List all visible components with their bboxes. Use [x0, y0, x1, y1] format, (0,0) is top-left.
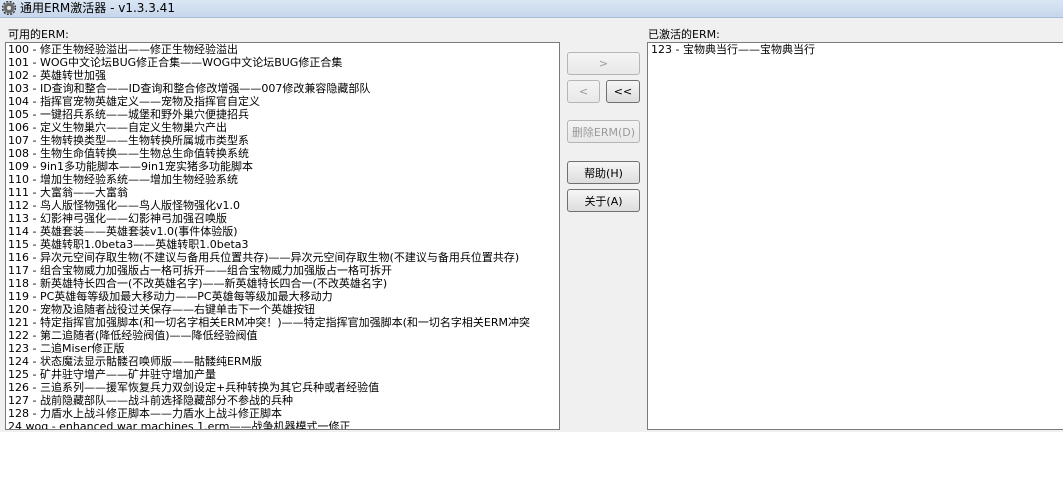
- list-item[interactable]: 112 - 鸟人版怪物强化——鸟人版怪物强化v1.0: [8, 199, 559, 212]
- list-item[interactable]: 101 - WOG中文论坛BUG修正合集——WOG中文论坛BUG修正合集: [8, 56, 559, 69]
- list-item[interactable]: 109 - 9in1多功能脚本——9in1宠实猪多功能脚本: [8, 160, 559, 173]
- about-button[interactable]: 关于(A): [567, 189, 640, 212]
- main-panel: 可用的ERM: 100 - 修正生物经验溢出——修正生物经验溢出 101 - WO…: [0, 18, 1063, 432]
- list-item[interactable]: 103 - ID查询和整合——ID查询和整合修改增强——007修改兼容隐藏部队: [8, 82, 559, 95]
- list-item[interactable]: 111 - 大富翁——大富翁: [8, 186, 559, 199]
- list-item[interactable]: 125 - 矿井驻守增产——矿井驻守增加产量: [8, 368, 559, 381]
- gear-icon: [2, 1, 16, 15]
- activated-erm-list[interactable]: 123 - 宝物典当行——宝物典当行: [647, 42, 1063, 430]
- list-item[interactable]: 100 - 修正生物经验溢出——修正生物经验溢出: [8, 43, 559, 56]
- list-item[interactable]: 118 - 新英雄特长四合一(不改英雄名字)——新英雄特长四合一(不改英雄名字): [8, 277, 559, 290]
- list-item[interactable]: 104 - 指挥官宠物英雄定义——宠物及指挥官自定义: [8, 95, 559, 108]
- available-erm-list[interactable]: 100 - 修正生物经验溢出——修正生物经验溢出 101 - WOG中文论坛BUG…: [5, 42, 560, 430]
- list-item[interactable]: 124 - 状态魔法显示骷髅召唤师版——骷髅纯ERM版: [8, 355, 559, 368]
- list-item[interactable]: 121 - 特定指挥官加强脚本(和一切名字相关ERM冲突！)——特定指挥官加强脚…: [8, 316, 559, 329]
- activated-erm-items: 123 - 宝物典当行——宝物典当行: [648, 43, 1063, 56]
- remove-erm-button[interactable]: <: [567, 80, 600, 103]
- help-button[interactable]: 帮助(H): [567, 161, 640, 184]
- window-title: 通用ERM激活器 - v1.3.3.41: [20, 1, 175, 15]
- list-item[interactable]: 113 - 幻影神弓强化——幻影神弓加强召唤版: [8, 212, 559, 225]
- list-item[interactable]: 123 - 二追Miser修正版: [8, 342, 559, 355]
- list-item[interactable]: 120 - 宠物及追随者战役过关保存——右键单击下一个英雄按钮: [8, 303, 559, 316]
- list-item[interactable]: 119 - PC英雄每等级加最大移动力——PC英雄每等级加最大移动力: [8, 290, 559, 303]
- delete-erm-button[interactable]: 删除ERM(D): [567, 120, 640, 143]
- list-item[interactable]: 102 - 英雄转世加强: [8, 69, 559, 82]
- add-erm-button[interactable]: >: [567, 52, 640, 75]
- available-erm-items: 100 - 修正生物经验溢出——修正生物经验溢出 101 - WOG中文论坛BUG…: [6, 43, 559, 429]
- activated-erm-label: 已激活的ERM:: [648, 28, 720, 41]
- list-item[interactable]: 117 - 组合宝物威力加强版占一格可拆开——组合宝物威力加强版占一格可拆开: [8, 264, 559, 277]
- list-item[interactable]: 106 - 定义生物巢穴——自定义生物巢穴产出: [8, 121, 559, 134]
- list-item[interactable]: 105 - 一键招兵系统——城堡和野外巢穴便捷招兵: [8, 108, 559, 121]
- title-bar: 通用ERM激活器 - v1.3.3.41: [0, 0, 1063, 18]
- list-item[interactable]: 116 - 异次元空间存取生物(不建议与备用兵位置共存)——异次元空间存取生物(…: [8, 251, 559, 264]
- remove-all-erm-button[interactable]: <<: [606, 80, 640, 103]
- list-item[interactable]: 107 - 生物转换类型——生物转换所属城市类型系: [8, 134, 559, 147]
- list-item[interactable]: 108 - 生物生命值转换——生物总生命值转换系统: [8, 147, 559, 160]
- list-item[interactable]: 128 - 力盾水上战斗修正脚本——力盾水上战斗修正脚本: [8, 407, 559, 420]
- list-item[interactable]: 24 wog - enhanced war machines 1.erm——战争…: [8, 420, 559, 429]
- list-item[interactable]: 123 - 宝物典当行——宝物典当行: [651, 43, 1063, 56]
- list-item[interactable]: 114 - 英雄套装——英雄套装v1.0(事件体验版): [8, 225, 559, 238]
- list-item[interactable]: 115 - 英雄转职1.0beta3——英雄转职1.0beta3: [8, 238, 559, 251]
- list-item[interactable]: 110 - 增加生物经验系统——增加生物经验系统: [8, 173, 559, 186]
- list-item[interactable]: 127 - 战前隐藏部队——战斗前选择隐藏部分不参战的兵种: [8, 394, 559, 407]
- list-item[interactable]: 122 - 第二追随者(降低经验阀值)——降低经验阀值: [8, 329, 559, 342]
- available-erm-label: 可用的ERM:: [8, 28, 69, 41]
- list-item[interactable]: 126 - 三追系列——援军恢复兵力双剑设定+兵种转换为其它兵种或者经验值: [8, 381, 559, 394]
